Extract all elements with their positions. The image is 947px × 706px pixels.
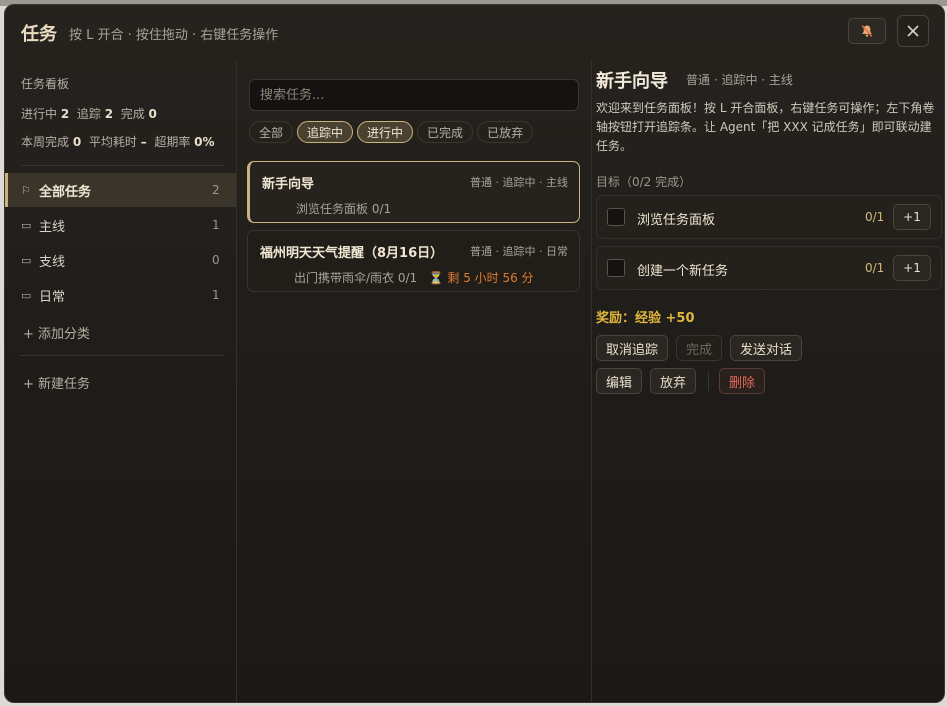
stats-row-2: 本周完成 0 平均耗时 – 超期率 0% — [21, 133, 215, 150]
task-card-goal: 浏览任务面板 0/1 — [296, 202, 392, 216]
delete-button[interactable]: 删除 — [719, 368, 766, 394]
filter-chips: 全部 追踪中 进行中 已完成 已放弃 — [249, 121, 534, 143]
goal-label: 浏览任务面板 — [637, 213, 716, 228]
task-card-meta: 普通 · 追踪中 · 日常 — [470, 245, 568, 258]
board-title: 任务看板 — [21, 77, 70, 91]
task-detail-panel: 新手向导 普通 · 追踪中 · 主线 欢迎来到任务面板！按 L 开合面板，右键任… — [592, 59, 944, 702]
stat-done: 0 — [148, 107, 157, 121]
filter-chip-completed[interactable]: 已完成 — [417, 121, 474, 143]
mute-notifications-button[interactable] — [848, 18, 886, 44]
stats-row-1: 进行中 2 追踪 2 完成 0 — [21, 105, 157, 122]
sidebar: 任务看板 进行中 2 追踪 2 完成 0 本周完成 0 平均耗时 – 超期率 0… — [5, 59, 237, 702]
reward-text: 奖励：经验 +50 — [596, 311, 695, 326]
task-card-goal-row: 出门携带雨伞/雨衣 0/1 ⏳ 剩 5 小时 56 分 — [294, 269, 534, 286]
sidebar-item-label: 支线 — [39, 254, 66, 270]
stat-label: 追踪 — [76, 107, 101, 121]
sidebar-item-main[interactable]: ▭ 主线 1 — [5, 208, 236, 242]
goal-progress: 0/1 — [865, 261, 885, 275]
send-chat-button[interactable]: 发送对话 — [730, 335, 803, 361]
goal-checkbox[interactable] — [607, 208, 625, 226]
stat-avg-time: – — [140, 135, 147, 149]
stat-label: 本周完成 — [21, 135, 70, 149]
detail-meta: 普通 · 追踪中 · 主线 — [686, 73, 793, 87]
sidebar-item-count: 1 — [212, 218, 220, 232]
task-card[interactable]: 福州明天天气提醒（8月16日） 普通 · 追踪中 · 日常 出门携带雨伞/雨衣 … — [247, 230, 580, 292]
add-category-link[interactable]: + 添加分类 — [23, 323, 90, 342]
task-panel-window: 任务 按 L 开合 · 按住拖动 · 右键任务操作 任务看板 进行中 2 追踪 … — [4, 4, 945, 703]
filter-chip-all[interactable]: 全部 — [249, 121, 294, 143]
close-icon — [907, 25, 919, 37]
filter-chip-abandoned[interactable]: 已放弃 — [477, 121, 534, 143]
search-input[interactable] — [249, 79, 579, 111]
sidebar-item-count: 2 — [212, 183, 220, 197]
abandon-button[interactable]: 放弃 — [650, 368, 697, 394]
sidebar-item-label: 主线 — [39, 219, 66, 235]
task-card-title: 福州明天天气提醒（8月16日） — [260, 246, 444, 261]
panel-titlebar[interactable]: 任务 按 L 开合 · 按住拖动 · 右键任务操作 — [5, 5, 944, 59]
filter-chip-in-progress[interactable]: 进行中 — [357, 121, 414, 143]
goals-header: 目标（0/2 完成） — [596, 175, 692, 189]
sidebar-item-count: 1 — [212, 288, 220, 302]
folder-icon: ▭ — [21, 218, 32, 232]
sidebar-item-label: 日常 — [39, 289, 66, 305]
stat-label: 进行中 — [21, 107, 58, 121]
detail-title: 新手向导 — [596, 71, 668, 92]
button-separator — [708, 371, 709, 391]
untrack-button[interactable]: 取消追踪 — [596, 335, 669, 361]
goal-progress: 0/1 — [865, 210, 885, 224]
task-card-goal: 出门携带雨伞/雨衣 0/1 — [294, 271, 418, 285]
goal-label: 创建一个新任务 — [637, 264, 729, 279]
goal-item: 浏览任务面板 0/1 +1 — [596, 195, 942, 239]
flag-icon: ⚐ — [21, 183, 31, 197]
filter-chip-tracking[interactable]: 追踪中 — [297, 121, 354, 143]
task-card-meta: 普通 · 追踪中 · 主线 — [470, 176, 568, 189]
sidebar-item-count: 0 — [212, 253, 220, 267]
divider — [21, 165, 225, 166]
stat-overdue: 0% — [194, 135, 215, 149]
task-card-timer: ⏳ 剩 5 小时 56 分 — [428, 271, 534, 285]
goal-checkbox[interactable] — [607, 259, 625, 277]
stat-label: 完成 — [120, 107, 145, 121]
stat-label: 平均耗时 — [88, 135, 137, 149]
task-list-column: 全部 追踪中 进行中 已完成 已放弃 新手向导 普通 · 追踪中 · 主线 浏览… — [237, 59, 592, 702]
bell-muted-icon — [861, 25, 873, 37]
sidebar-item-all-tasks[interactable]: ⚐ 全部任务 2 — [5, 173, 236, 207]
edit-button[interactable]: 编辑 — [596, 368, 643, 394]
stat-in-progress: 2 — [60, 107, 70, 121]
folder-icon: ▭ — [21, 288, 32, 302]
sidebar-item-side[interactable]: ▭ 支线 0 — [5, 243, 236, 277]
task-card[interactable]: 新手向导 普通 · 追踪中 · 主线 浏览任务面板 0/1 — [247, 161, 580, 223]
close-button[interactable] — [897, 15, 929, 47]
panel-title: 任务 — [21, 24, 57, 45]
folder-icon: ▭ — [21, 253, 32, 267]
stat-tracking: 2 — [104, 107, 114, 121]
goal-increment-button[interactable]: +1 — [893, 255, 931, 281]
new-task-link[interactable]: + 新建任务 — [23, 373, 90, 392]
sidebar-item-daily[interactable]: ▭ 日常 1 — [5, 278, 236, 312]
sidebar-item-label: 全部任务 — [39, 184, 92, 200]
goal-item: 创建一个新任务 0/1 +1 — [596, 246, 942, 290]
panel-hint: 按 L 开合 · 按住拖动 · 右键任务操作 — [69, 28, 279, 43]
goal-increment-button[interactable]: +1 — [893, 204, 931, 230]
stat-week-done: 0 — [72, 135, 82, 149]
stat-label: 超期率 — [154, 135, 191, 149]
divider — [21, 355, 225, 356]
complete-button[interactable]: 完成 — [676, 335, 723, 361]
detail-description: 欢迎来到任务面板！按 L 开合面板，右键任务可操作；左下角卷轴按钮打开追踪条。让… — [596, 101, 935, 153]
task-card-title: 新手向导 — [262, 177, 315, 192]
